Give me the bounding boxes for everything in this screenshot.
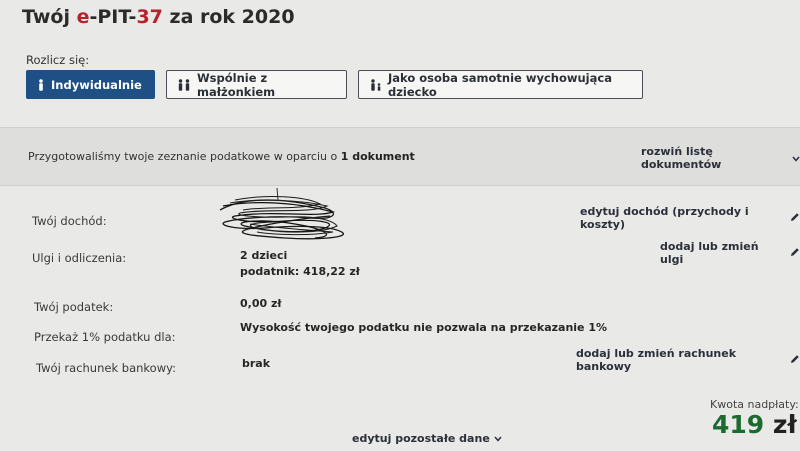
bank-account-label: Twój rachunek bankowy:: [36, 361, 176, 375]
settle-single-parent-label: Jako osoba samotnie wychowująca dziecko: [388, 70, 612, 99]
refund-value: 419: [712, 410, 765, 439]
edit-bank-account-link[interactable]: dodaj lub zmień rachunek bankowy: [576, 347, 800, 373]
title-accent-37: 37: [136, 6, 163, 28]
settle-joint-button[interactable]: Wspólnie z małżonkiem: [166, 70, 347, 99]
reliefs-label: Ulgi i odliczenia:: [32, 251, 127, 265]
settle-joint-label: Wspólnie z małżonkiem: [197, 70, 276, 99]
reliefs-taxpayer-value: podatnik: 418,22 zł: [240, 265, 360, 278]
edit-bank-account-label: dodaj lub zmień rachunek bankowy: [576, 347, 737, 373]
edit-reliefs-link[interactable]: dodaj lub zmień ulgi: [660, 240, 800, 266]
title-prefix: Twój: [22, 6, 77, 28]
reliefs-children-value: 2 dzieci: [240, 249, 288, 262]
page-title: Twój e-PIT-37 za rok 2020: [22, 6, 295, 28]
edit-income-label: edytuj dochód (przychody i koszty): [580, 205, 749, 231]
epit-page: Twój e-PIT-37 za rok 2020 Rozlicz się: I…: [0, 0, 800, 451]
settle-single-parent-button[interactable]: Jako osoba samotnie wychowująca dziecko: [358, 70, 643, 99]
donation-value: Wysokość twojego podatku nie pozwala na …: [240, 321, 608, 334]
section-divider: [0, 185, 800, 186]
tax-value: 0,00 zł: [240, 297, 282, 310]
title-mid: -PIT-: [89, 6, 137, 28]
edit-other-data-label: edytuj pozostałe dane: [352, 432, 490, 445]
couple-icon: [177, 78, 191, 91]
income-label: Twój dochód:: [32, 214, 107, 228]
refund-currency: zł: [772, 410, 797, 439]
pencil-icon: [790, 212, 800, 225]
prepared-info: Przygotowaliśmy twoje zeznanie podatkowe…: [28, 150, 415, 163]
pencil-icon: [790, 247, 800, 260]
bank-account-value: brak: [242, 357, 271, 370]
redaction-scribble: [219, 188, 344, 240]
prepared-text: Przygotowaliśmy twoje zeznanie podatkowe…: [28, 150, 341, 163]
chevron-down-icon: [792, 152, 800, 165]
settle-individual-label: Indywidualnie: [51, 77, 142, 92]
settlement-label: Rozlicz się:: [26, 53, 90, 67]
tax-label: Twój podatek:: [34, 300, 114, 314]
refund-amount: 419 zł: [712, 410, 797, 439]
parent-child-icon: [369, 78, 382, 91]
title-accent-e: e: [76, 6, 90, 28]
edit-reliefs-label: dodaj lub zmień ulgi: [660, 240, 759, 266]
expand-documents-label: rozwiń listę dokumentów: [641, 145, 722, 171]
title-suffix: za rok 2020: [162, 6, 295, 28]
expand-documents-link[interactable]: rozwiń listę dokumentów: [641, 145, 800, 171]
donation-label: Przekaż 1% podatku dla:: [34, 330, 176, 344]
prepared-document-count: 1 dokument: [340, 150, 415, 163]
settle-individual-button[interactable]: Indywidualnie: [26, 70, 155, 99]
person-icon: [37, 78, 45, 91]
edit-income-link[interactable]: edytuj dochód (przychody i koszty): [580, 205, 800, 231]
chevron-down-icon: [494, 432, 502, 445]
edit-other-data-link[interactable]: edytuj pozostałe dane: [352, 432, 502, 445]
pencil-icon: [790, 354, 800, 367]
